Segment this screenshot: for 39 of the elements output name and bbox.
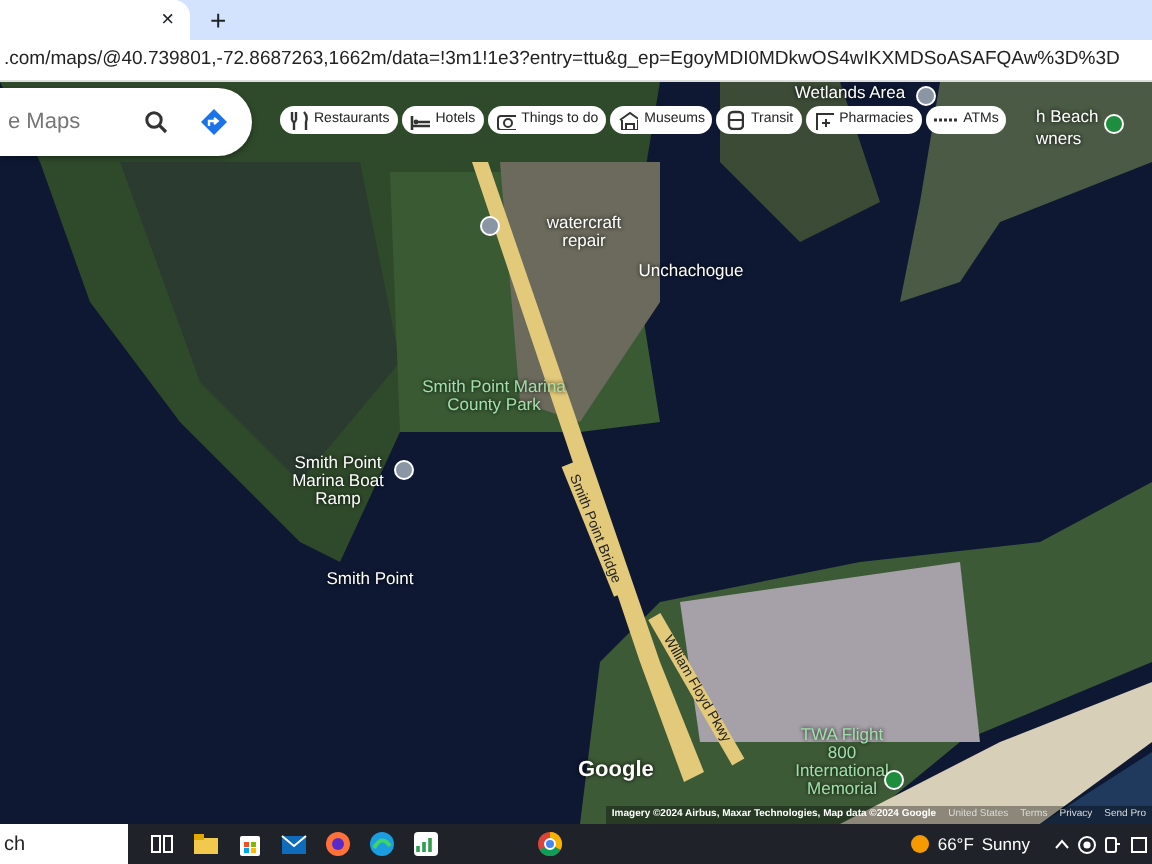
place-label: TWA Flight 800 International Memorial bbox=[793, 726, 891, 798]
new-tab-button[interactable]: + bbox=[190, 0, 247, 40]
folder-icon[interactable] bbox=[192, 830, 220, 858]
fork-knife-icon bbox=[288, 110, 308, 130]
museum-icon bbox=[618, 110, 639, 130]
store-icon[interactable] bbox=[236, 830, 264, 858]
search-field[interactable]: e Maps bbox=[0, 88, 252, 156]
taskbar-search-field[interactable]: ch bbox=[0, 824, 128, 864]
record-icon[interactable] bbox=[1078, 835, 1096, 853]
window-icon[interactable] bbox=[1130, 835, 1148, 853]
place-label: wners bbox=[1036, 130, 1084, 148]
browser-fox-icon[interactable] bbox=[324, 830, 352, 858]
search-icon[interactable] bbox=[144, 110, 168, 134]
location-pin-icon[interactable] bbox=[884, 770, 904, 790]
weather-condition[interactable]: Sunny bbox=[981, 831, 1030, 857]
directions-icon[interactable] bbox=[200, 108, 228, 136]
dots-icon bbox=[933, 116, 958, 124]
weather-temperature[interactable]: 66°F bbox=[937, 831, 974, 857]
url-text[interactable]: .com/maps/@40.739801,-72.8687263,1662m/data=!3m1!1e3?entry=ttu&g_ep=EgoyMDI0MDkwOS4wIKXMDSoASAFQAw%3D%3D bbox=[4, 45, 1120, 75]
chart-icon[interactable] bbox=[412, 830, 440, 858]
place-label: watercraft repair bbox=[544, 214, 624, 250]
bed-icon bbox=[409, 110, 430, 130]
place-label: h Beach bbox=[1036, 108, 1096, 126]
chrome-browser-icon[interactable] bbox=[536, 830, 564, 858]
browser-tab[interactable]: × bbox=[0, 0, 190, 40]
sun-icon[interactable] bbox=[909, 834, 930, 854]
place-label: Unchachogue bbox=[636, 262, 746, 280]
browser-wave-icon[interactable] bbox=[368, 830, 396, 858]
tab-close-button[interactable]: × bbox=[161, 3, 174, 37]
camera-icon bbox=[495, 110, 516, 130]
mail-icon[interactable] bbox=[280, 830, 308, 858]
bus-icon bbox=[724, 110, 745, 130]
battery-icon[interactable] bbox=[1104, 835, 1122, 853]
place-label: Smith Point Marina Boat Ramp bbox=[290, 454, 386, 508]
chevron-up-icon[interactable] bbox=[1054, 836, 1070, 852]
task-view-icon[interactable] bbox=[148, 830, 176, 858]
place-label: Smith Point bbox=[324, 570, 416, 588]
plus-box-icon bbox=[813, 110, 834, 130]
place-label: Wetlands Area bbox=[792, 84, 908, 102]
